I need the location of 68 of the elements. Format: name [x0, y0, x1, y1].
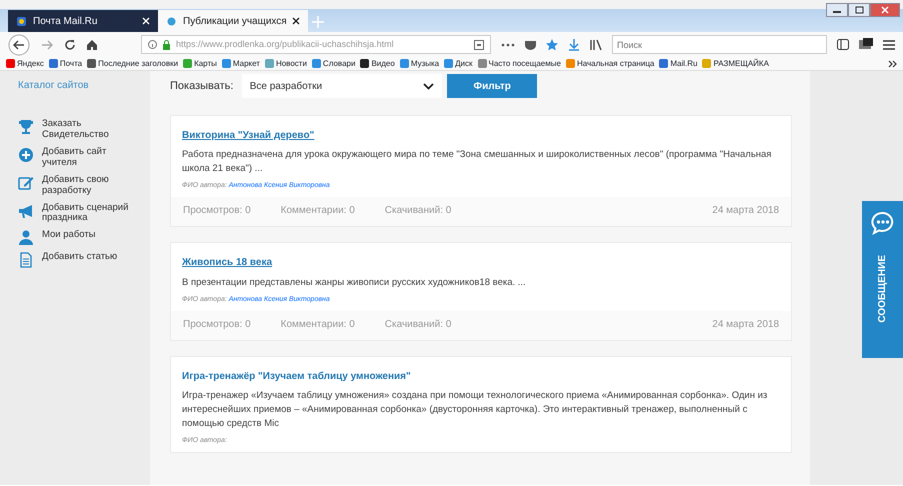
bookmark[interactable]: Начальная страница — [566, 58, 654, 70]
bookmark[interactable]: Новости — [264, 58, 307, 70]
post-title[interactable]: Живопись 18 века — [182, 255, 272, 270]
more-icon[interactable] — [501, 42, 515, 46]
stat-text: Просмотров: 0 — [183, 318, 251, 332]
info-icon — [148, 40, 157, 49]
site-icon — [16, 16, 27, 26]
sidebar-link[interactable]: Добавить статью — [42, 252, 118, 264]
plus-circle-icon — [18, 146, 34, 163]
back-icon[interactable] — [8, 34, 30, 56]
stat-text: Скачиваний: 0 — [384, 204, 452, 218]
sidebar-link[interactable]: Добавить сайт учителя — [42, 146, 142, 169]
site-icon — [166, 16, 177, 26]
megaphone-icon — [18, 202, 34, 219]
filter-select[interactable]: Все разработки — [242, 74, 442, 98]
browser-tab[interactable]: Почта Mail.Ru — [8, 10, 158, 32]
home-icon[interactable] — [86, 38, 98, 50]
bookmark[interactable]: РАЗМЕЩАЙКА — [702, 58, 769, 70]
sidebar-link[interactable]: Добавить сценарий праздника — [42, 202, 142, 224]
edit-icon — [18, 174, 34, 191]
chevron-down-icon — [422, 82, 434, 90]
star-icon[interactable] — [546, 38, 558, 50]
search-field[interactable]: Поиск — [612, 35, 827, 54]
bookmark[interactable]: Mail.Ru — [659, 58, 698, 70]
user-icon — [18, 230, 34, 246]
stat-text: Просмотров: 0 — [183, 204, 251, 218]
bookmark[interactable]: Диск — [444, 58, 472, 70]
sidebar-icon[interactable] — [837, 39, 849, 50]
bookmark[interactable]: Маркет — [222, 58, 260, 70]
stat-text: Комментарии: 0 — [280, 318, 355, 332]
post-date: 24 марта 2018 — [712, 204, 779, 218]
post-description: Игра-тренажер «Изучаем таблицу умножения» создана при помощи технологического приема «Анимированная сорбонка». Один из интереснейших приемов – «Анимированная сорбонка» (двусторонняя карточка). Это интерактивный тренажер, выполненный с помощью средств Mic — [182, 389, 768, 431]
close-icon[interactable] — [292, 17, 300, 25]
stat-text: Скачиваний: 0 — [384, 318, 452, 332]
pocket-icon[interactable] — [525, 40, 536, 50]
stat-text: Комментарии: 0 — [280, 204, 355, 218]
bookmark[interactable]: Последние заголовки — [87, 58, 178, 70]
filter-button[interactable]: Фильтр — [447, 74, 538, 98]
bookmark[interactable]: Яндекс — [6, 58, 44, 70]
trophy-icon — [18, 119, 34, 135]
bookmark[interactable]: Видео — [360, 58, 395, 70]
document-icon — [18, 252, 34, 268]
bookmark[interactable]: Карты — [183, 58, 217, 70]
sidebar-link[interactable]: Добавить свою разработку — [42, 174, 142, 197]
chat-bubble-icon — [870, 211, 894, 235]
post-title[interactable]: Викторина "Узнай дерево" — [182, 128, 314, 142]
post-title[interactable]: Игра-тренажёр "Изучаем таблицу умножения" — [182, 368, 411, 384]
bookmark[interactable]: Почта — [48, 58, 82, 70]
lock-icon — [162, 40, 171, 50]
reload-icon[interactable] — [64, 38, 76, 50]
browser-tab[interactable]: Публикации учащихся — [158, 10, 308, 32]
chevron-right-icon[interactable] — [888, 60, 897, 68]
post-description: В презентации представлены жанры живописи русских художников18 века. ... — [182, 276, 527, 290]
reader-icon[interactable] — [474, 40, 484, 50]
bookmark[interactable]: Часто посещаемые — [478, 58, 561, 70]
download-icon[interactable] — [568, 38, 580, 50]
sidebar-link[interactable]: Мои работы — [42, 230, 96, 242]
bookmark[interactable]: Музыка — [400, 58, 440, 70]
message-tab[interactable]: СООБЩЕНИЕ — [862, 201, 903, 358]
restore-icon[interactable] — [848, 2, 870, 17]
filter-label: Показывать: — [170, 78, 234, 94]
post-description: Работа предназначена для урока окружающего мира по теме "Зона смешанных и широколиственных лесов" (программа "Начальная школа 21 века") ... — [182, 148, 772, 176]
library-icon[interactable] — [590, 38, 602, 50]
minimize-icon[interactable] — [826, 2, 848, 17]
sidebar-link[interactable]: Заказать Свидетельство — [42, 119, 142, 141]
menu-icon[interactable] — [883, 40, 895, 50]
bookmark[interactable]: Словари — [312, 58, 356, 70]
post-date: 24 марта 2018 — [712, 318, 779, 332]
